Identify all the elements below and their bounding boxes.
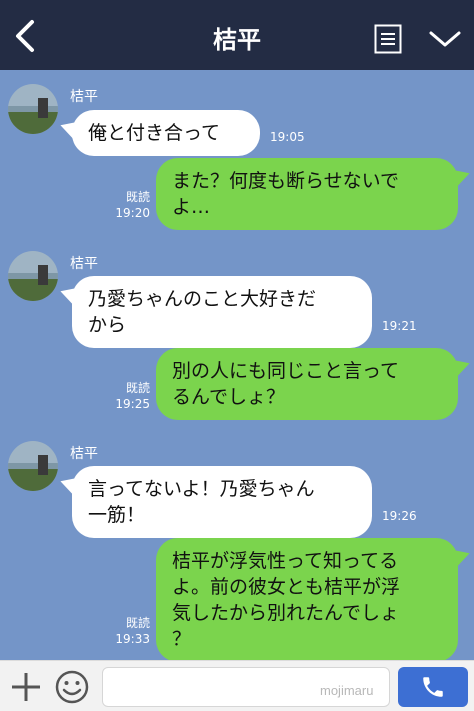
avatar-photo — [8, 441, 58, 491]
phone-icon — [423, 677, 443, 697]
message-time: 19:26 — [382, 509, 417, 523]
message-time: 19:33 — [115, 632, 150, 646]
avatar-photo — [8, 84, 58, 134]
sender-name: 桔平 — [70, 89, 98, 105]
message-bubble-incoming[interactable]: 俺と付き合って — [72, 110, 260, 156]
message-time: 19:05 — [270, 130, 305, 144]
chat-title: 桔平 — [213, 26, 261, 54]
chevron-down-icon[interactable] — [428, 28, 462, 50]
chat-header: 桔平 — [0, 0, 474, 70]
message-bubble-incoming[interactable]: 言ってないよ！乃愛ちゃん 一筋！ — [72, 466, 372, 538]
message-bubble-outgoing[interactable]: また？何度も断らせないで よ… — [156, 158, 458, 230]
read-receipt: 既読 — [125, 190, 150, 204]
avatar-photo — [8, 251, 58, 301]
smile-icon[interactable] — [54, 669, 90, 705]
chat-area[interactable]: 桔平 俺と付き合って 19:05 既読 19:20 また？何度も断らせないで よ… — [0, 70, 474, 662]
input-bar: mojimaru — [0, 660, 474, 711]
avatar[interactable] — [8, 251, 58, 301]
message-bubble-outgoing[interactable]: 別の人にも同じこと言って るんでしょ？ — [156, 348, 458, 420]
message-time: 19:25 — [115, 397, 150, 411]
avatar[interactable] — [8, 84, 58, 134]
read-receipt: 既読 — [125, 616, 150, 630]
message-time: 19:21 — [382, 319, 417, 333]
sender-name: 桔平 — [70, 256, 98, 272]
list-icon[interactable] — [374, 24, 402, 54]
read-receipt: 既読 — [125, 381, 150, 395]
plus-icon[interactable] — [8, 669, 44, 705]
sender-name: 桔平 — [70, 446, 98, 462]
watermark: mojimaru — [320, 683, 374, 698]
message-bubble-incoming[interactable]: 乃愛ちゃんのこと大好きだ から — [72, 276, 372, 348]
avatar[interactable] — [8, 441, 58, 491]
message-bubble-outgoing[interactable]: 桔平が浮気性って知ってる よ。前の彼女とも桔平が浮 気したから別れたんでしょ ？ — [156, 538, 458, 662]
message-time: 19:20 — [115, 206, 150, 220]
call-button[interactable] — [398, 667, 468, 707]
